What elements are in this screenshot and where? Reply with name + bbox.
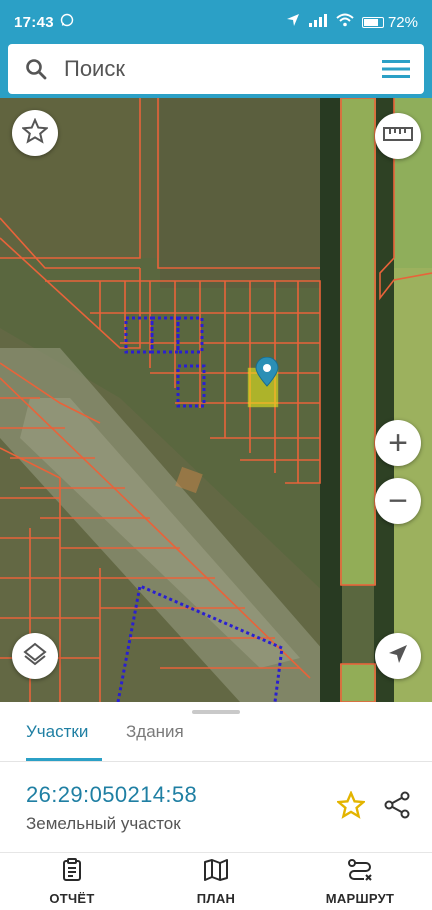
layers-icon	[22, 641, 48, 671]
search-placeholder[interactable]: Поиск	[64, 56, 368, 82]
nav-report[interactable]: ОТЧЁТ	[0, 853, 144, 910]
whatsapp-icon	[60, 13, 74, 31]
location-pin-icon[interactable]	[254, 356, 280, 387]
search-input[interactable]: Поиск	[8, 44, 424, 94]
plus-icon: +	[388, 424, 408, 462]
add-favorite-button[interactable]	[334, 789, 368, 824]
app-root: 17:43 72% Поиск + − Участки Здания 26:29…	[0, 0, 432, 910]
map-view[interactable]: + −	[0, 98, 432, 702]
tab-buildings[interactable]: Здания	[126, 718, 184, 762]
map-plan-icon	[203, 858, 229, 887]
favorites-button[interactable]	[12, 110, 58, 156]
sheet-drag-handle[interactable]	[192, 710, 240, 714]
bottom-sheet: Участки Здания 26:29:050214:58 Земельный…	[0, 702, 432, 852]
navigation-arrow-icon	[387, 643, 409, 669]
parcel-type: Земельный участок	[26, 814, 181, 833]
nav-plan-label: ПЛАН	[196, 890, 236, 906]
active-tab-indicator	[26, 758, 102, 761]
nav-route-label: МАРШРУТ	[325, 890, 395, 906]
status-indicators: 72%	[286, 13, 418, 31]
search-icon[interactable]	[8, 58, 64, 80]
cadastral-number[interactable]: 26:29:050214:58	[26, 782, 197, 808]
signal-icon	[308, 13, 328, 31]
tab-parcels[interactable]: Участки	[26, 718, 88, 762]
status-time: 17:43	[14, 13, 54, 31]
share-icon	[383, 791, 411, 824]
battery-indicator: 72%	[361, 13, 418, 31]
my-location-button[interactable]	[375, 633, 421, 679]
wifi-icon	[336, 13, 354, 31]
location-arrow-icon	[286, 13, 300, 31]
bottom-navigation: ОТЧЁТ ПЛАН МАРШРУТ	[0, 852, 432, 910]
nav-report-label: ОТЧЁТ	[49, 890, 95, 906]
share-button[interactable]	[380, 790, 414, 824]
ruler-icon	[383, 127, 413, 145]
report-icon	[61, 857, 83, 887]
battery-level: 72%	[387, 13, 418, 31]
zoom-out-button[interactable]: −	[375, 478, 421, 524]
satellite-map[interactable]	[0, 98, 432, 702]
star-icon	[21, 117, 49, 148]
zoom-in-button[interactable]: +	[375, 420, 421, 466]
star-icon	[335, 789, 367, 824]
layers-button[interactable]	[12, 633, 58, 679]
status-bar: 17:43 72%	[0, 0, 432, 44]
search-bar: Поиск	[0, 44, 432, 98]
tab-bar: Участки Здания	[0, 718, 432, 762]
hamburger-menu-icon[interactable]	[368, 58, 424, 80]
ruler-button[interactable]	[375, 113, 421, 159]
route-icon	[347, 858, 373, 887]
battery-icon	[361, 16, 384, 28]
minus-icon: −	[388, 482, 408, 520]
nav-plan[interactable]: ПЛАН	[144, 853, 288, 910]
nav-route[interactable]: МАРШРУТ	[288, 853, 432, 910]
